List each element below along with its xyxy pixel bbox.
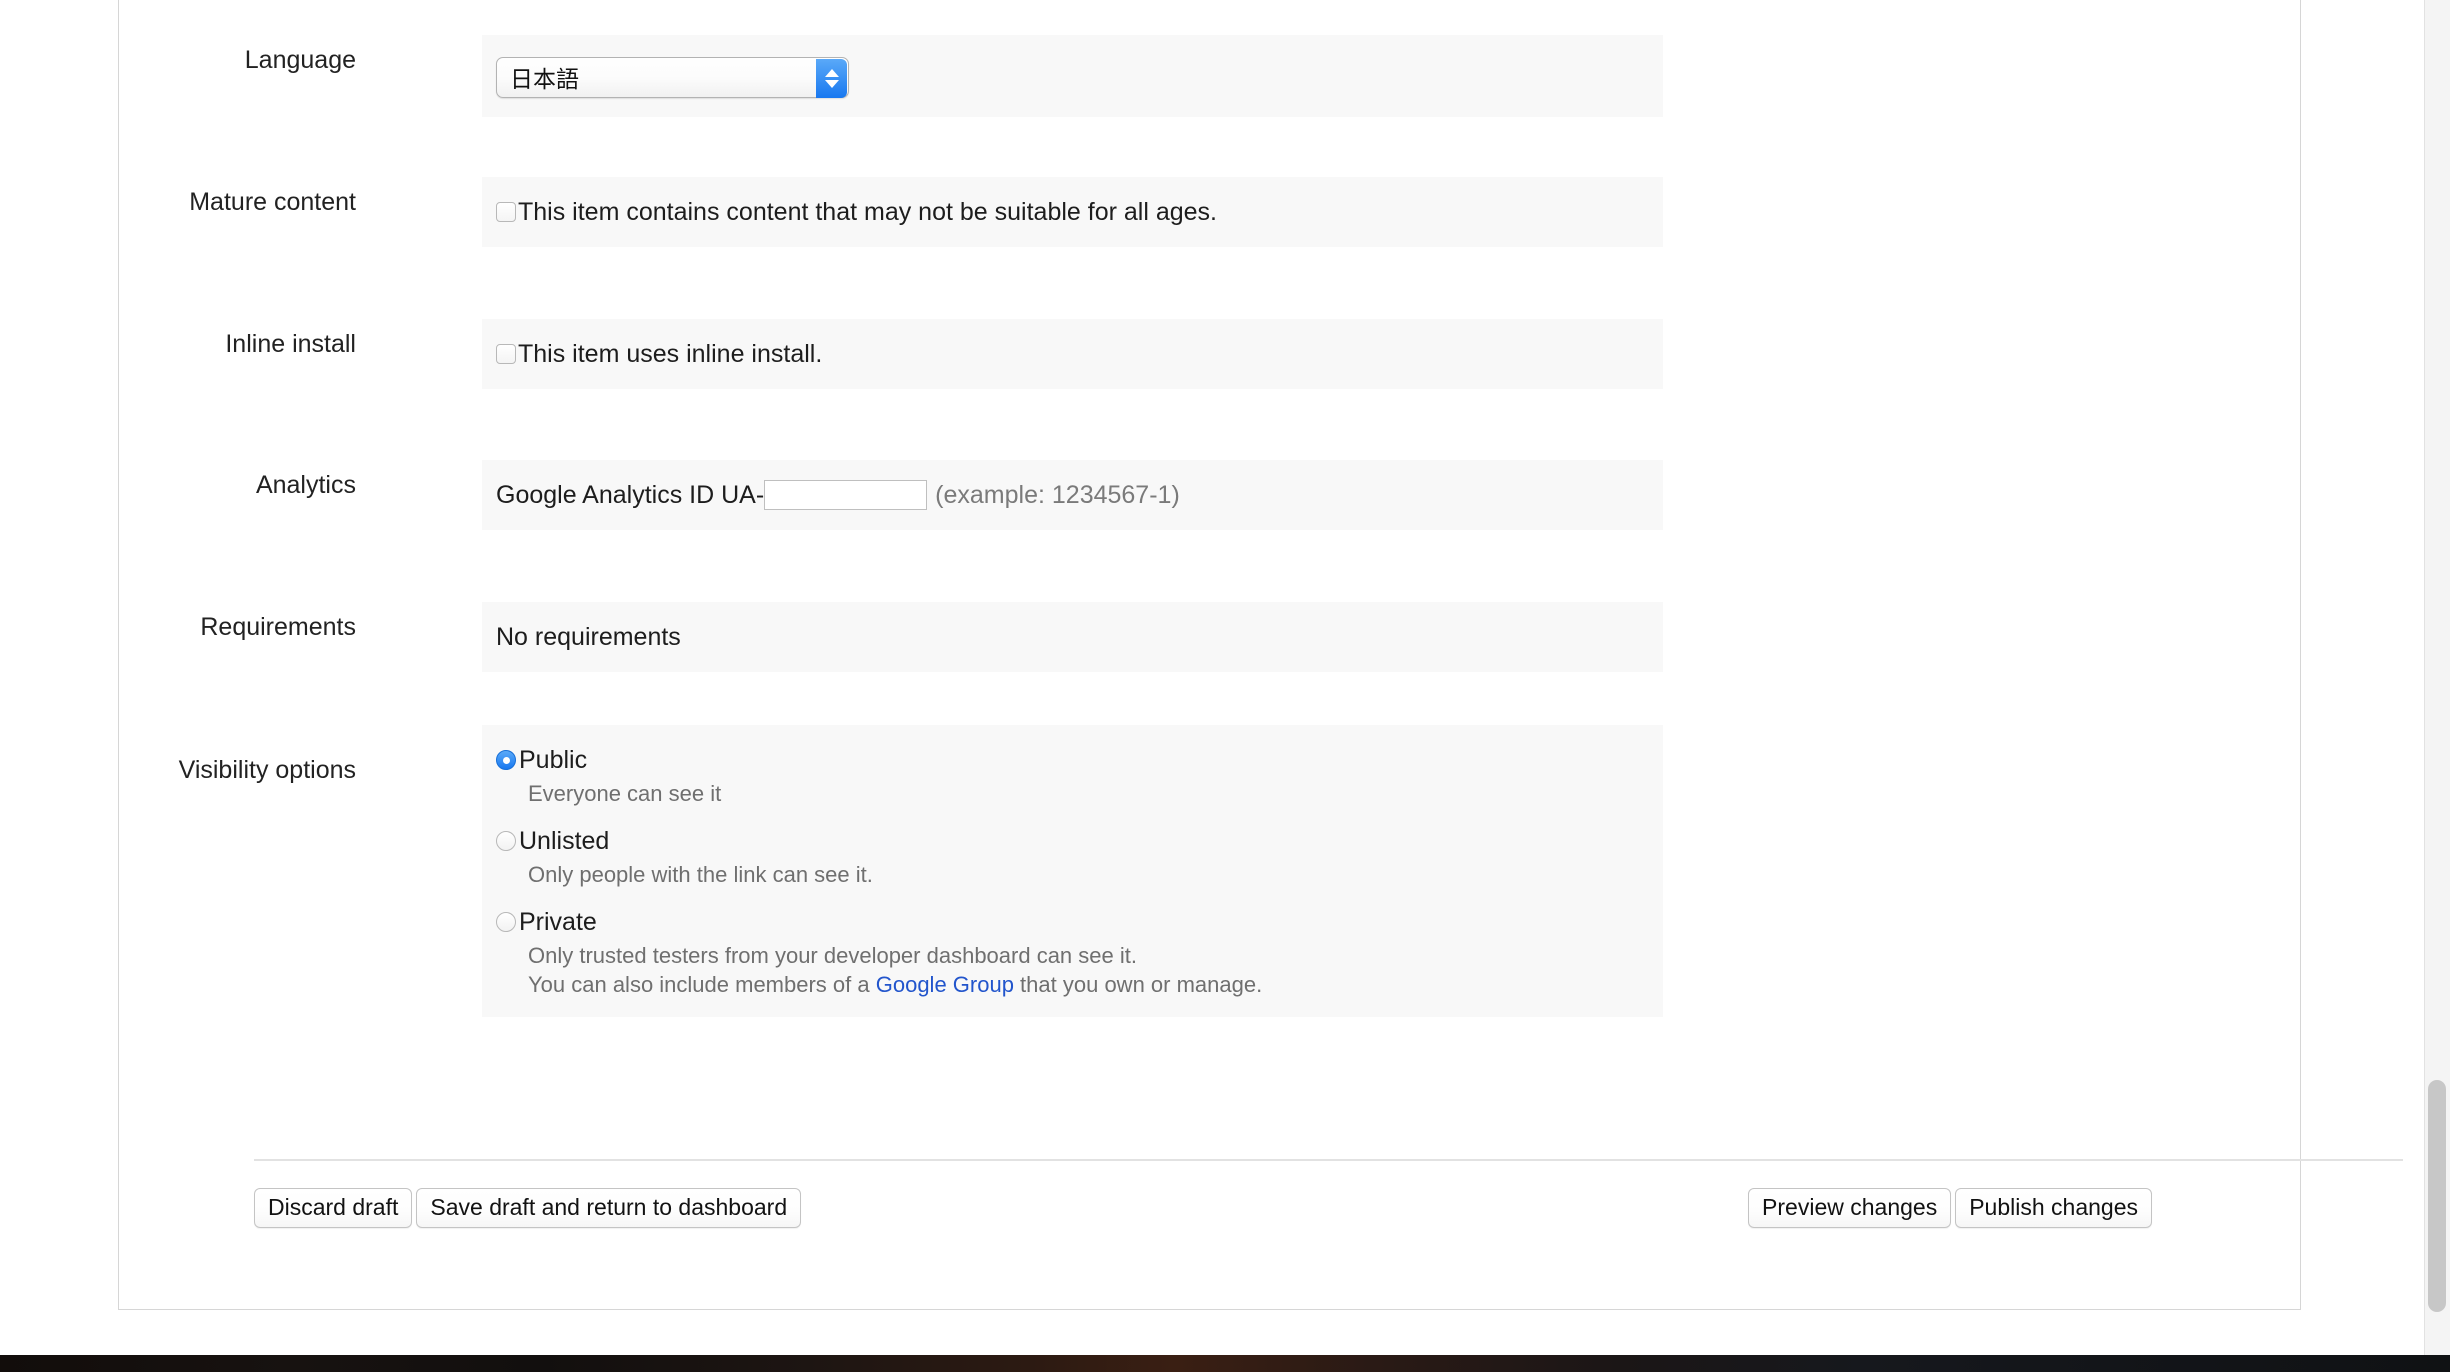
discard-draft-button[interactable]: Discard draft bbox=[254, 1188, 413, 1228]
desktop-wallpaper-strip bbox=[0, 1355, 2450, 1372]
row-label-inline-install: Inline install bbox=[225, 330, 356, 358]
row-field-requirements: No requirements bbox=[482, 602, 1663, 672]
row-label-mature-content: Mature content bbox=[189, 188, 356, 216]
google-group-link[interactable]: Google Group bbox=[876, 972, 1014, 997]
scrollbar-thumb[interactable] bbox=[2428, 1080, 2446, 1312]
unlisted-radio[interactable] bbox=[496, 831, 516, 851]
private-radio-description-secondary: You can also include members of a Google… bbox=[496, 970, 1663, 999]
chevron-updown-icon[interactable] bbox=[816, 59, 847, 98]
row-label-visibility-options: Visibility options bbox=[178, 756, 356, 784]
mature-content-checkbox-row[interactable]: This item contains content that may not … bbox=[482, 177, 1663, 247]
save-draft-button[interactable]: Save draft and return to dashboard bbox=[416, 1188, 802, 1228]
visibility-option-unlisted[interactable]: Unlisted Only people with the link can s… bbox=[496, 826, 1663, 889]
public-radio-description: Everyone can see it bbox=[528, 781, 722, 806]
inline-install-checkbox-label: This item uses inline install. bbox=[518, 340, 823, 368]
language-select-box[interactable]: 日本語 bbox=[496, 57, 849, 98]
language-select-value: 日本語 bbox=[510, 66, 579, 92]
public-radio-label: Public bbox=[519, 746, 588, 774]
footer-left-actions: Discard draft Save draft and return to d… bbox=[254, 1188, 802, 1228]
inline-install-checkbox-row[interactable]: This item uses inline install. bbox=[482, 319, 1663, 389]
public-radio[interactable] bbox=[496, 750, 516, 770]
unlisted-radio-label: Unlisted bbox=[519, 827, 610, 855]
mature-content-checkbox[interactable] bbox=[496, 202, 516, 222]
mature-content-checkbox-label: This item contains content that may not … bbox=[518, 198, 1217, 226]
row-label-analytics: Analytics bbox=[255, 471, 356, 499]
row-field-analytics: Google Analytics ID UA- (example: 123456… bbox=[482, 460, 1663, 530]
footer-right-actions: Preview changes Publish changes bbox=[1748, 1188, 2152, 1228]
private-radio[interactable] bbox=[496, 912, 516, 932]
analytics-example-text: (example: 1234567-1) bbox=[935, 481, 1180, 509]
row-label-requirements: Requirements bbox=[200, 613, 356, 641]
analytics-row: Google Analytics ID UA- (example: 123456… bbox=[482, 460, 1663, 530]
row-field-language: 日本語 bbox=[482, 35, 1663, 117]
visibility-option-private[interactable]: Private Only trusted testers from your d… bbox=[496, 907, 1663, 999]
unlisted-radio-description: Only people with the link can see it. bbox=[528, 862, 873, 887]
vertical-scrollbar[interactable] bbox=[2424, 0, 2450, 1355]
analytics-ua-input[interactable] bbox=[764, 480, 928, 510]
private-radio-label: Private bbox=[519, 908, 597, 936]
visibility-option-public[interactable]: Public Everyone can see it bbox=[496, 745, 1663, 808]
row-label-language: Language bbox=[244, 46, 356, 74]
analytics-prefix-label: Google Analytics ID UA- bbox=[496, 481, 765, 509]
publish-changes-button[interactable]: Publish changes bbox=[1955, 1188, 2152, 1228]
preview-changes-button[interactable]: Preview changes bbox=[1748, 1188, 1952, 1228]
private-desc-prefix: You can also include members of a bbox=[528, 972, 876, 997]
row-field-mature-content: This item contains content that may not … bbox=[482, 177, 1663, 247]
inline-install-checkbox[interactable] bbox=[496, 344, 516, 364]
private-desc-suffix: that you own or manage. bbox=[1013, 972, 1263, 997]
row-field-inline-install: This item uses inline install. bbox=[482, 319, 1663, 389]
language-select[interactable]: 日本語 bbox=[496, 57, 849, 98]
footer-divider bbox=[254, 1159, 2403, 1161]
settings-page-card: Language 日本語 Mature content This item co… bbox=[118, 0, 2403, 1310]
row-field-visibility-options: Public Everyone can see it Unlisted Only… bbox=[482, 725, 1663, 1017]
visibility-radio-group: Public Everyone can see it Unlisted Only… bbox=[482, 725, 1663, 1017]
private-radio-description: Only trusted testers from your developer… bbox=[528, 943, 1137, 968]
requirements-value: No requirements bbox=[496, 623, 681, 651]
